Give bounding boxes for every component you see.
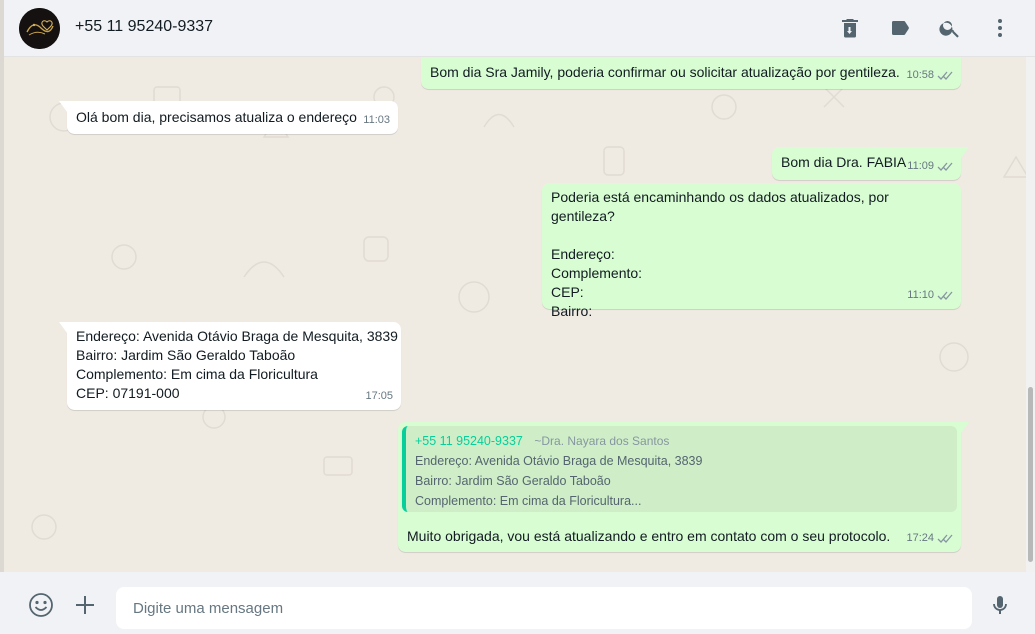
quote-push-name: ~Dra. Nayara dos Santos <box>534 434 670 448</box>
message-bubble-outgoing[interactable]: Poderia está encaminhando os dados atual… <box>542 183 961 319</box>
search-icon <box>939 21 959 38</box>
quote-author: +55 11 95240-9337 <box>415 434 523 448</box>
delete-chat-button[interactable] <box>837 15 863 41</box>
message-text: Bom dia Dra. FABIA <box>781 154 907 170</box>
emoji-button[interactable] <box>28 592 54 618</box>
search-button[interactable] <box>937 15 963 41</box>
bubble-tail <box>59 322 67 333</box>
plus-icon <box>76 596 94 614</box>
message-bubble-outgoing[interactable]: Bom dia Dra. FABIA 11:09 <box>772 147 969 180</box>
message-time: 10:58 <box>906 69 934 81</box>
scrollbar-thumb[interactable] <box>1028 387 1033 562</box>
message-bubble-outgoing[interactable]: Bom dia Sra Jamily, poderia confirmar ou… <box>421 57 961 89</box>
message-bubble-outgoing[interactable]: +55 11 95240-9337 ~Dra. Nayara dos Santo… <box>398 422 969 552</box>
message-time: 11:09 <box>907 160 934 172</box>
message-text: Endereço: Avenida Otávio Braga de Mesqui… <box>76 328 398 401</box>
message-meta: 17:24 <box>906 529 953 548</box>
message-meta: 11:03 <box>363 111 390 130</box>
delete-icon <box>842 19 858 38</box>
microphone-icon <box>993 596 1007 614</box>
quote-line: Bairro: Jardim São Geraldo Taboão <box>415 474 611 488</box>
message-bubble-incoming[interactable]: Olá bom dia, precisamos atualiza o ender… <box>59 101 398 134</box>
contact-name[interactable]: +55 11 95240-9337 <box>75 18 213 36</box>
message-text: Muito obrigada, vou está atualizando e e… <box>407 528 891 544</box>
message-meta: 17:05 <box>365 387 393 406</box>
voice-message-button[interactable] <box>987 592 1013 618</box>
quote-line: Endereço: Avenida Otávio Braga de Mesqui… <box>415 454 703 468</box>
menu-icon <box>998 19 1002 37</box>
avatar-logo-icon <box>19 8 60 49</box>
bubble-tail <box>59 101 67 112</box>
menu-button[interactable] <box>987 15 1013 41</box>
quote-header: +55 11 95240-9337 ~Dra. Nayara dos Santo… <box>415 431 949 451</box>
attach-button[interactable] <box>72 592 98 618</box>
label-icon <box>892 21 909 35</box>
message-time: 11:03 <box>363 114 390 126</box>
message-text: Bom dia Sra Jamily, poderia confirmar ou… <box>430 64 900 80</box>
label-button[interactable] <box>887 15 913 41</box>
message-meta: 10:58 <box>906 66 953 85</box>
message-input[interactable] <box>116 587 972 629</box>
message-time: 11:10 <box>907 289 934 301</box>
whatsapp-window: +55 11 95240-9337 Bom dia Sra Jamily, po… <box>0 0 1035 634</box>
bubble-tail <box>961 422 969 433</box>
message-bubble-incoming[interactable]: Endereço: Avenida Otávio Braga de Mesqui… <box>59 322 401 410</box>
avatar[interactable] <box>19 8 60 49</box>
message-text: Olá bom dia, precisamos atualiza o ender… <box>76 109 357 125</box>
chat-header: +55 11 95240-9337 <box>0 0 1035 57</box>
quoted-message[interactable]: +55 11 95240-9337 ~Dra. Nayara dos Santo… <box>402 426 957 512</box>
emoji-icon <box>29 593 53 617</box>
message-time: 17:05 <box>365 390 393 402</box>
double-check-icon <box>937 534 953 543</box>
chat-scrollbar[interactable] <box>1026 57 1035 572</box>
double-check-icon <box>937 291 953 300</box>
message-meta: 11:09 <box>907 157 953 176</box>
bubble-tail <box>961 147 969 158</box>
double-check-icon <box>937 71 953 80</box>
quote-line: Complemento: Em cima da Floricultura... <box>415 494 642 508</box>
double-check-icon <box>937 162 953 171</box>
message-meta: 11:10 <box>907 286 953 305</box>
message-time: 17:24 <box>906 532 934 544</box>
message-text: Poderia está encaminhando os dados atual… <box>551 189 889 319</box>
